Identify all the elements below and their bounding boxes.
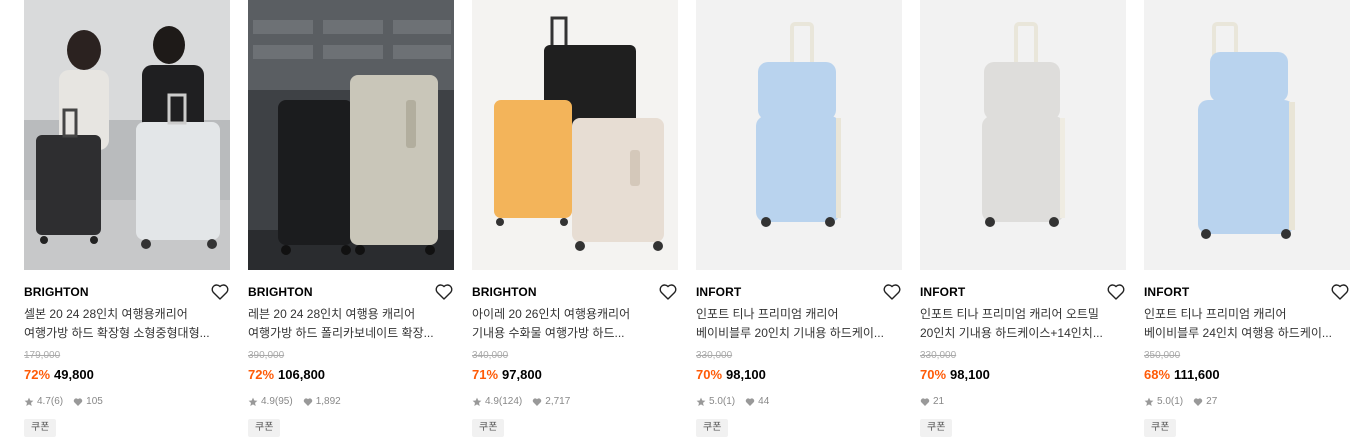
original-price: 330,000: [920, 350, 957, 361]
original-price: 340,000: [472, 350, 509, 361]
heart-icon[interactable]: [1106, 282, 1126, 302]
sale-price: 97,800: [502, 367, 542, 382]
price-row: 72% 106,800: [248, 367, 325, 382]
product-meta: 5.0 (1) 27: [1144, 396, 1227, 407]
heart-filled-icon: [920, 397, 930, 407]
heart-filled-icon: [1193, 397, 1203, 407]
sale-price: 111,600: [1174, 367, 1220, 382]
review-count: (124): [498, 396, 523, 407]
coupon-badge: 쿠폰: [1144, 419, 1177, 437]
product-meta: 4.9 (124) 2,717: [472, 396, 580, 407]
heart-filled-icon: [303, 397, 313, 407]
product-image[interactable]: [472, 0, 678, 270]
product-card[interactable]: BRIGHTON 레븐 20 24 28인치 여행용 캐리어 여행가방 하드 폴…: [248, 0, 454, 448]
sale-price: 98,100: [950, 367, 990, 382]
star-icon: [24, 397, 34, 407]
original-price: 390,000: [248, 350, 285, 361]
rating-value: 5.0: [709, 396, 723, 407]
product-title[interactable]: 셀본 20 24 28인치 여행용캐리어 여행가방 하드 확장형 소형중형대형.…: [24, 305, 230, 343]
product-image[interactable]: [696, 0, 902, 270]
original-price: 179,000: [24, 350, 61, 361]
price-row: 70% 98,100: [920, 367, 990, 382]
discount-rate: 70%: [920, 367, 947, 382]
product-meta: 4.9 (95) 1,892: [248, 396, 351, 407]
heart-filled-icon: [532, 397, 542, 407]
original-price: 350,000: [1144, 350, 1181, 361]
product-title[interactable]: 인포트 티나 프리미엄 캐리어 베이비블루 24인치 여행용 하드케이...: [1144, 305, 1350, 343]
rating-value: 4.7: [37, 396, 51, 407]
product-meta: 4.7 (6) 105: [24, 396, 113, 407]
rating-value: 5.0: [1157, 396, 1171, 407]
like-count: 105: [86, 396, 103, 407]
discount-rate: 70%: [696, 367, 723, 382]
heart-filled-icon: [73, 397, 83, 407]
product-meta: 5.0 (1) 44: [696, 396, 779, 407]
sale-price: 98,100: [726, 367, 766, 382]
rating-value: 4.9: [261, 396, 275, 407]
product-card[interactable]: BRIGHTON 아이레 20 26인치 여행용캐리어 기내용 수화물 여행가방…: [472, 0, 678, 448]
price-row: 72% 49,800: [24, 367, 94, 382]
product-image[interactable]: [248, 0, 454, 270]
price-row: 70% 98,100: [696, 367, 766, 382]
product-grid: BRIGHTON 셀본 20 24 28인치 여행용캐리어 여행가방 하드 확장…: [0, 0, 1352, 448]
product-brand[interactable]: BRIGHTON: [248, 285, 313, 299]
product-brand[interactable]: BRIGHTON: [24, 285, 89, 299]
product-card[interactable]: BRIGHTON 셀본 20 24 28인치 여행용캐리어 여행가방 하드 확장…: [24, 0, 230, 448]
product-image[interactable]: [1144, 0, 1350, 270]
discount-rate: 72%: [248, 367, 275, 382]
heart-icon[interactable]: [210, 282, 230, 302]
product-brand[interactable]: BRIGHTON: [472, 285, 537, 299]
product-title[interactable]: 인포트 티나 프리미엄 캐리어 베이비블루 20인치 기내용 하드케이...: [696, 305, 902, 343]
product-card[interactable]: INFORT 인포트 티나 프리미엄 캐리어 베이비블루 24인치 여행용 하드…: [1144, 0, 1350, 448]
product-image[interactable]: [920, 0, 1126, 270]
like-count: 21: [933, 396, 945, 407]
discount-rate: 71%: [472, 367, 499, 382]
product-title[interactable]: 레븐 20 24 28인치 여행용 캐리어 여행가방 하드 폴리카보네이트 확장…: [248, 305, 454, 343]
product-card[interactable]: INFORT 인포트 티나 프리미엄 캐리어 베이비블루 20인치 기내용 하드…: [696, 0, 902, 448]
price-row: 71% 97,800: [472, 367, 542, 382]
sale-price: 106,800: [278, 367, 326, 382]
like-count: 27: [1206, 396, 1218, 407]
rating-value: 4.9: [485, 396, 499, 407]
coupon-badge: 쿠폰: [472, 419, 505, 437]
review-count: (6): [50, 396, 64, 407]
product-card[interactable]: INFORT 인포트 티나 프리미엄 캐리어 오트밀 20인치 기내용 하드케이…: [920, 0, 1126, 448]
heart-filled-icon: [745, 397, 755, 407]
star-icon: [248, 397, 258, 407]
review-count: (1): [1170, 396, 1184, 407]
original-price: 330,000: [696, 350, 733, 361]
product-brand[interactable]: INFORT: [920, 285, 965, 299]
product-brand[interactable]: INFORT: [1144, 285, 1189, 299]
price-row: 68% 111,600: [1144, 367, 1220, 382]
coupon-badge: 쿠폰: [24, 419, 57, 437]
product-title[interactable]: 인포트 티나 프리미엄 캐리어 오트밀 20인치 기내용 하드케이스+14인치.…: [920, 305, 1126, 343]
sale-price: 49,800: [54, 367, 94, 382]
product-title[interactable]: 아이레 20 26인치 여행용캐리어 기내용 수화물 여행가방 하드...: [472, 305, 678, 343]
heart-icon[interactable]: [1330, 282, 1350, 302]
review-count: (95): [274, 396, 293, 407]
heart-icon[interactable]: [434, 282, 454, 302]
heart-icon[interactable]: [882, 282, 902, 302]
product-image[interactable]: [24, 0, 230, 270]
like-count: 44: [758, 396, 770, 407]
coupon-badge: 쿠폰: [920, 419, 953, 437]
heart-icon[interactable]: [658, 282, 678, 302]
like-count: 2,717: [545, 396, 571, 407]
product-brand[interactable]: INFORT: [696, 285, 741, 299]
coupon-badge: 쿠폰: [248, 419, 281, 437]
review-count: (1): [722, 396, 736, 407]
star-icon: [1144, 397, 1154, 407]
star-icon: [696, 397, 706, 407]
coupon-badge: 쿠폰: [696, 419, 729, 437]
product-meta: 21: [920, 396, 954, 407]
star-icon: [472, 397, 482, 407]
discount-rate: 68%: [1144, 367, 1171, 382]
discount-rate: 72%: [24, 367, 51, 382]
like-count: 1,892: [315, 396, 341, 407]
